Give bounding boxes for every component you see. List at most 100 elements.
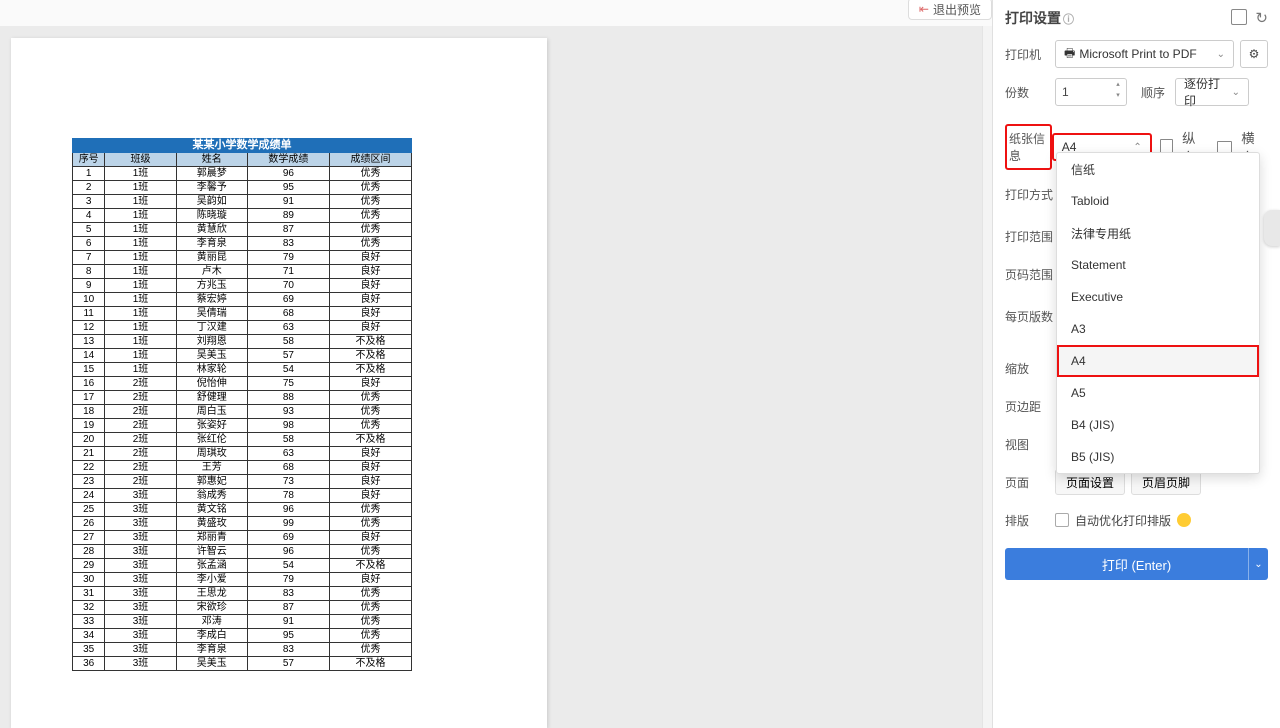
cell: 58 [247,433,329,447]
cell: 95 [247,181,329,195]
cell: 25 [73,503,105,517]
table-row: 11班郭晨梦96优秀 [73,167,412,181]
cell: 10 [73,293,105,307]
cell: 优秀 [329,419,411,433]
paper-option[interactable]: Executive [1057,281,1259,313]
auto-layout-checkbox[interactable] [1055,513,1069,527]
table-row: 81班卢木71良好 [73,265,412,279]
table-row: 182班周白玉93优秀 [73,405,412,419]
cell: 3班 [105,643,176,657]
cell: 22 [73,461,105,475]
cell: 林家轮 [176,363,247,377]
paper-size-dropdown[interactable]: 信纸Tabloid法律专用纸StatementExecutiveA3A4A5B4… [1056,152,1260,474]
cell: 24 [73,489,105,503]
cell: 2班 [105,377,176,391]
cell: 3班 [105,657,176,671]
cell: 3班 [105,503,176,517]
cell: 3 [73,195,105,209]
cell: 99 [247,517,329,531]
cell: 周琪玫 [176,447,247,461]
print-button[interactable]: 打印 (Enter) ⌄ [1005,548,1268,580]
cell: 宋欲珍 [176,601,247,615]
cell: 2班 [105,447,176,461]
cell: 1班 [105,265,176,279]
cell: 邓涛 [176,615,247,629]
cell: 79 [247,573,329,587]
cell: 3班 [105,587,176,601]
paper-option[interactable]: 法律专用纸 [1057,217,1259,249]
paper-option[interactable]: B4 (JIS) [1057,409,1259,441]
panel-title: 打印设置 [1005,10,1061,26]
refresh-icon[interactable]: ↻ [1255,9,1268,27]
cell: 卢木 [176,265,247,279]
cell: 3班 [105,573,176,587]
table-row: 61班李育泉83优秀 [73,237,412,251]
printer-icon: 🖶 [1064,44,1075,65]
cell: 31 [73,587,105,601]
table-row: 283班许智云96优秀 [73,545,412,559]
cell: 1 [73,167,105,181]
chevron-down-icon: ⌄ [1217,49,1225,60]
table-row: 363班吴美玉57不及格 [73,657,412,671]
cell: 83 [247,643,329,657]
cell: 98 [247,419,329,433]
scale-label: 缩放 [1005,360,1055,377]
exit-preview-button[interactable]: ⇤ 退出预览 [908,0,992,20]
table-row: 141班吴美玉57不及格 [73,349,412,363]
cell: 32 [73,601,105,615]
cell: 1班 [105,363,176,377]
cell: 良好 [329,377,411,391]
cell: 1班 [105,349,176,363]
cell: 吴美玉 [176,349,247,363]
cell: 83 [247,587,329,601]
printer-select[interactable]: 🖶 Microsoft Print to PDF ⌄ [1055,40,1234,68]
per-page-label: 每页版数 [1005,308,1055,325]
side-tab-handle[interactable] [1264,210,1280,246]
col-header: 姓名 [176,153,247,167]
table-row: 41班陈晓璇89优秀 [73,209,412,223]
cell: 5 [73,223,105,237]
cell: 优秀 [329,517,411,531]
paper-option[interactable]: A4 [1057,345,1259,377]
cell: 郭晨梦 [176,167,247,181]
cell: 68 [247,461,329,475]
cell: 黄盛玫 [176,517,247,531]
cell: 良好 [329,265,411,279]
paper-option[interactable]: A3 [1057,313,1259,345]
help-icon[interactable]: ⓘ [1063,14,1074,26]
print-dropdown-button[interactable]: ⌄ [1248,548,1268,580]
cell: 2班 [105,391,176,405]
cell: 陈晓璇 [176,209,247,223]
cell: 27 [73,531,105,545]
cell: 不及格 [329,559,411,573]
paper-option[interactable]: B5 (JIS) [1057,441,1259,473]
col-header: 班级 [105,153,176,167]
paper-option[interactable]: A5 [1057,377,1259,409]
cell: 不及格 [329,433,411,447]
cell: 63 [247,321,329,335]
cell: 71 [247,265,329,279]
preview-page: 某某小学数学成绩单序号班级姓名数学成绩成绩区间11班郭晨梦96优秀21班李馨予9… [11,38,547,728]
cell: 91 [247,615,329,629]
exit-label: 退出预览 [933,1,981,18]
copies-input[interactable]: 1 ▴▾ [1055,78,1127,106]
paper-option[interactable]: Tabloid [1057,185,1259,217]
spin-up-icon[interactable]: ▴ [1112,81,1124,92]
layout-icon[interactable] [1231,9,1247,25]
paper-option[interactable]: 信纸 [1057,153,1259,185]
cell: 优秀 [329,223,411,237]
cell: 周白玉 [176,405,247,419]
cell: 李育泉 [176,643,247,657]
paper-option[interactable]: Statement [1057,249,1259,281]
cell: 75 [247,377,329,391]
table-row: 313班王思龙83优秀 [73,587,412,601]
order-select[interactable]: 逐份打印 ⌄ [1175,78,1249,106]
printer-settings-button[interactable]: ⚙ [1240,40,1268,68]
preview-scrollbar[interactable] [982,26,992,728]
cell: 不及格 [329,335,411,349]
spin-down-icon[interactable]: ▾ [1112,92,1124,103]
table-row: 323班宋欲珍87优秀 [73,601,412,615]
cell: 95 [247,629,329,643]
cell: 58 [247,335,329,349]
auto-layout-label: 自动优化打印排版 [1075,512,1171,529]
